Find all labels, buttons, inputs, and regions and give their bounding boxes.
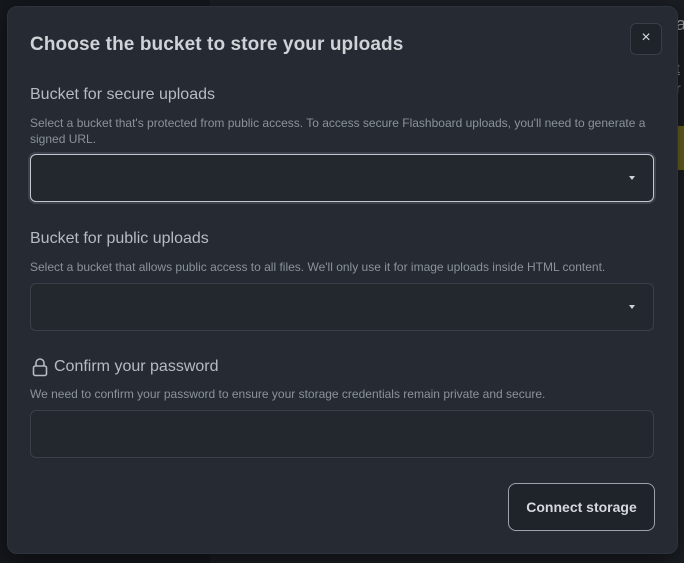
chevron-down-icon xyxy=(629,176,635,180)
dialog-title: Choose the bucket to store your uploads xyxy=(30,34,404,55)
password-help: We need to confirm your password to ensu… xyxy=(30,387,546,401)
public-bucket-select[interactable] xyxy=(30,283,654,331)
public-bucket-help: Select a bucket that allows public acces… xyxy=(30,260,606,274)
secure-bucket-help: Select a bucket that's protected from pu… xyxy=(30,116,646,146)
public-bucket-label: Bucket for public uploads xyxy=(30,230,209,247)
lock-icon xyxy=(32,358,48,377)
connect-storage-button[interactable]: Connect storage xyxy=(508,483,655,531)
close-icon: × xyxy=(641,29,651,46)
secure-bucket-select[interactable] xyxy=(30,154,654,202)
close-button[interactable]: × xyxy=(630,23,662,55)
password-label: Confirm your password xyxy=(54,358,219,375)
chevron-down-icon xyxy=(629,305,635,309)
password-input[interactable] xyxy=(30,410,654,458)
secure-bucket-label: Bucket for secure uploads xyxy=(30,86,215,103)
storage-bucket-dialog: Choose the bucket to store your uploads … xyxy=(7,6,678,554)
background-highlight xyxy=(677,126,684,170)
